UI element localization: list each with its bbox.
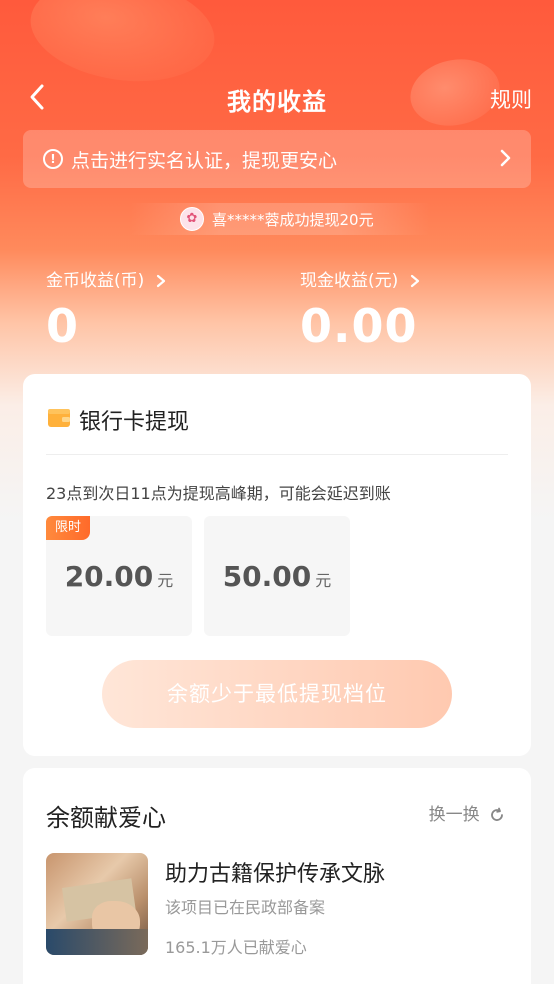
bank-card-title: 银行卡提现 <box>79 410 190 435</box>
swap-button[interactable]: 换一换 <box>429 800 505 825</box>
avatar: ✿ <box>180 207 204 231</box>
page-title: 我的收益 <box>227 88 327 116</box>
coin-earnings-label-row: 金币收益(币) <box>46 266 166 291</box>
project-subtitle: 该项目已在民政部备案 <box>165 898 326 917</box>
bank-card-withdraw-card: 银行卡提现 23点到次日11点为提现高峰期，可能会延迟到账 限时 20.00 元 … <box>23 374 531 756</box>
coin-earnings-value: 0 <box>46 299 80 353</box>
chevron-right-icon <box>156 274 165 288</box>
withdraw-amount: 50.00 元 <box>204 560 350 593</box>
rules-link[interactable]: 规则 <box>490 84 532 114</box>
withdraw-option-20[interactable]: 限时 20.00 元 <box>46 516 192 636</box>
verification-notice[interactable]: ! 点击进行实名认证，提现更安心 <box>23 130 531 188</box>
cash-earnings-label-row: 现金收益(元) <box>300 266 420 291</box>
chevron-right-icon <box>410 274 419 288</box>
charity-title: 余额献爱心 <box>46 804 166 832</box>
amount-value: 20.00 <box>64 560 154 593</box>
cash-earnings[interactable]: 现金收益(元) 0.00 <box>300 266 420 353</box>
withdraw-option-50[interactable]: 50.00 元 <box>204 516 350 636</box>
charity-card: 余额献爱心 换一换 助力古籍保护传承文脉 该项目已在民政部备案 165.1万人已… <box>23 768 531 984</box>
peak-hours-note: 23点到次日11点为提现高峰期，可能会延迟到账 <box>46 484 391 503</box>
amount-value: 50.00 <box>222 560 312 593</box>
refresh-icon <box>491 807 503 821</box>
project-title[interactable]: 助力古籍保护传承文脉 <box>165 856 385 888</box>
decorative-shape <box>46 929 148 955</box>
divider <box>46 454 508 455</box>
swap-label: 换一换 <box>428 805 480 825</box>
coin-earnings-label: 金币收益(币) <box>46 271 145 291</box>
wallet-icon <box>48 409 70 427</box>
withdraw-button[interactable]: 余额少于最低提现档位 <box>102 660 452 728</box>
withdraw-amount: 20.00 元 <box>46 560 192 593</box>
cash-earnings-value: 0.00 <box>300 299 418 353</box>
top-bar: 我的收益 规则 <box>0 70 554 126</box>
project-image[interactable] <box>46 853 148 955</box>
amount-unit: 元 <box>157 571 174 590</box>
amount-unit: 元 <box>315 571 332 590</box>
limited-time-badge: 限时 <box>46 516 91 540</box>
coin-earnings[interactable]: 金币收益(币) 0 <box>46 266 166 353</box>
alert-icon: ! <box>43 149 63 169</box>
notice-text: 点击进行实名认证，提现更安心 <box>71 150 338 172</box>
chevron-right-icon <box>500 149 511 167</box>
ticker-text: 喜*****蓉成功提现20元 <box>212 211 374 229</box>
withdraw-ticker: ✿ 喜*****蓉成功提现20元 <box>130 203 430 235</box>
cash-earnings-label: 现金收益(元) <box>300 271 399 291</box>
donor-count: 165.1万人已献爱心 <box>165 938 307 957</box>
